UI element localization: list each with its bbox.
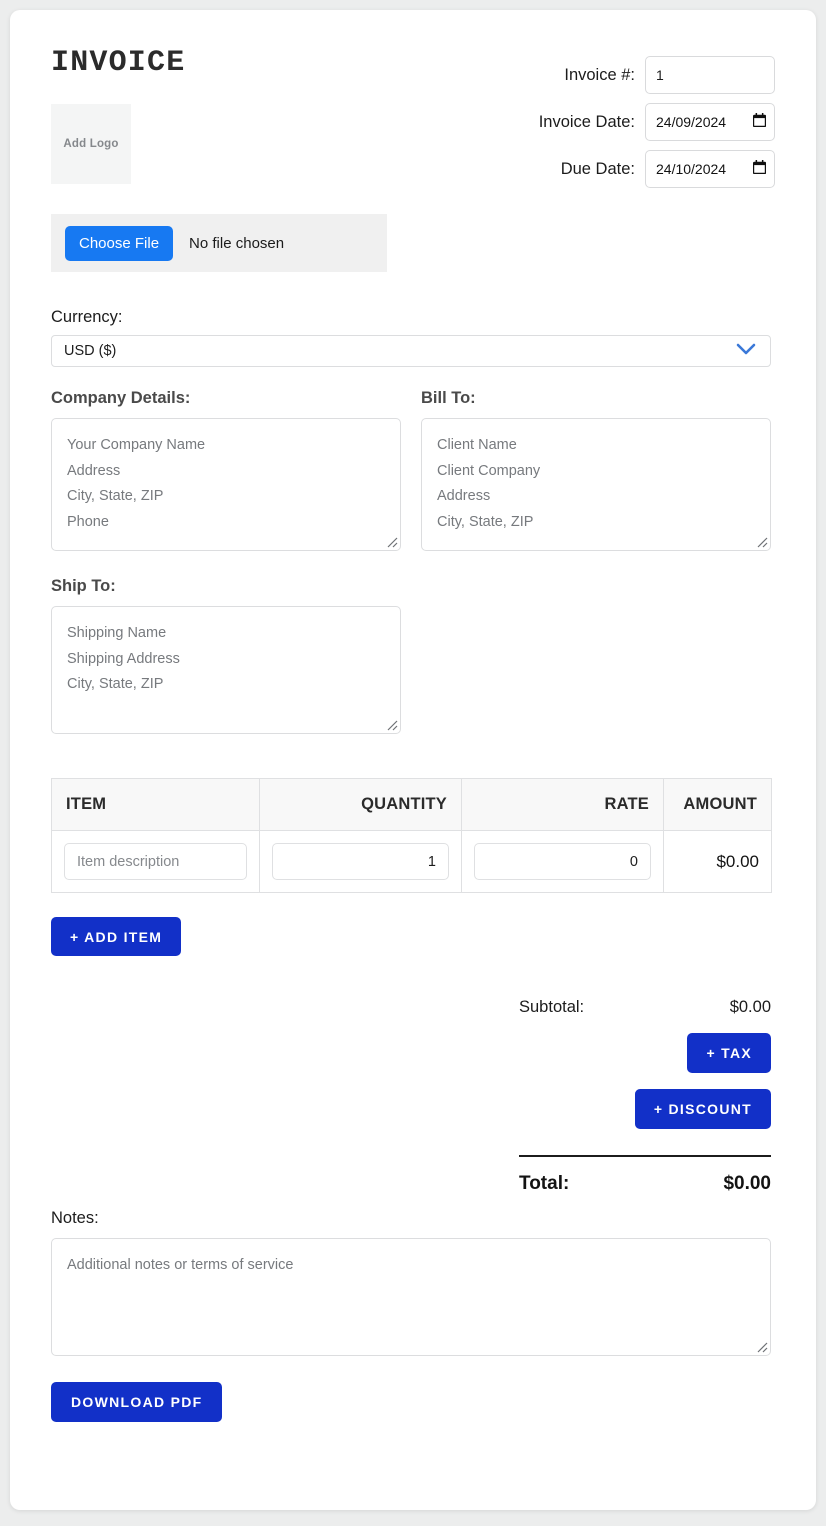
placeholder-line: Address [67, 459, 385, 485]
invoice-number-label: Invoice #: [564, 66, 635, 85]
company-details-textarea[interactable]: Your Company Name Address City, State, Z… [51, 418, 401, 551]
table-header-row: ITEM QUANTITY RATE AMOUNT [52, 779, 772, 831]
due-date-row: Due Date: 24/10/2024 [539, 150, 775, 188]
due-date-label: Due Date: [561, 160, 635, 179]
item-rate-cell [462, 831, 664, 893]
chevron-down-icon[interactable] [736, 342, 756, 360]
resize-handle-icon[interactable] [754, 1339, 768, 1353]
placeholder-line: Client Name [437, 433, 755, 459]
placeholder-line: Client Company [437, 459, 755, 485]
placeholder-line: Phone [67, 510, 385, 536]
calendar-icon[interactable] [753, 113, 766, 132]
resize-handle-icon[interactable] [754, 534, 768, 548]
currency-select[interactable]: USD ($) [51, 335, 771, 367]
invoice-date-input[interactable]: 24/09/2024 [645, 103, 775, 141]
column-header-item: ITEM [52, 779, 260, 831]
placeholder-line: City, State, ZIP [437, 510, 755, 536]
invoice-header: INVOICE Add Logo Invoice #: Invoice Date… [51, 48, 775, 188]
choose-file-button[interactable]: Choose File [65, 226, 173, 261]
grand-total-row: Total: $0.00 [519, 1173, 771, 1195]
resize-handle-icon[interactable] [384, 534, 398, 548]
placeholder-line: Your Company Name [67, 433, 385, 459]
totals-section: Subtotal: $0.00 + TAX + DISCOUNT Total: … [51, 998, 771, 1195]
page-title: INVOICE [51, 48, 411, 78]
add-item-button[interactable]: + ADD ITEM [51, 917, 181, 956]
item-rate-input[interactable] [474, 843, 651, 880]
calendar-icon[interactable] [753, 160, 766, 179]
notes-textarea[interactable]: Additional notes or terms of service [51, 1238, 771, 1356]
invoice-generator-page: INVOICE Add Logo Invoice #: Invoice Date… [0, 0, 826, 1526]
bill-to-textarea[interactable]: Client Name Client Company Address City,… [421, 418, 771, 551]
address-section: Company Details: Your Company Name Addre… [51, 389, 775, 551]
bill-to-label: Bill To: [421, 389, 771, 408]
item-quantity-input[interactable] [272, 843, 449, 880]
company-details-label: Company Details: [51, 389, 401, 408]
subtotal-row: Subtotal: $0.00 [519, 998, 771, 1017]
header-left-column: INVOICE Add Logo [51, 48, 411, 184]
invoice-date-label: Invoice Date: [539, 113, 635, 132]
currency-selected-value: USD ($) [64, 343, 116, 359]
add-tax-row: + TAX [519, 1033, 771, 1073]
page-below-fold-area [0, 1518, 826, 1526]
line-items-table: ITEM QUANTITY RATE AMOUNT [51, 778, 772, 893]
item-quantity-cell [260, 831, 462, 893]
notes-section: Notes: Additional notes or terms of serv… [51, 1209, 775, 1356]
ship-to-textarea[interactable]: Shipping Name Shipping Address City, Sta… [51, 606, 401, 734]
file-status-text: No file chosen [189, 235, 284, 252]
company-details-column: Company Details: Your Company Name Addre… [51, 389, 401, 551]
invoice-card: INVOICE Add Logo Invoice #: Invoice Date… [10, 10, 816, 1510]
table-row: $0.00 [52, 831, 772, 893]
column-header-rate: RATE [462, 779, 664, 831]
total-value: $0.00 [723, 1173, 771, 1195]
notes-placeholder: Additional notes or terms of service [67, 1253, 755, 1279]
invoice-number-row: Invoice #: [539, 56, 775, 94]
due-date-value: 24/10/2024 [656, 161, 726, 177]
resize-handle-icon[interactable] [384, 717, 398, 731]
invoice-meta-fields: Invoice #: Invoice Date: 24/09/2024 [539, 48, 775, 188]
column-header-amount: AMOUNT [664, 779, 772, 831]
item-description-input[interactable] [64, 843, 247, 880]
placeholder-line: Address [437, 484, 755, 510]
totals-divider [519, 1155, 771, 1157]
add-tax-button[interactable]: + TAX [687, 1033, 771, 1073]
item-amount-value: $0.00 [664, 831, 772, 893]
total-label: Total: [519, 1173, 569, 1195]
logo-placeholder[interactable]: Add Logo [51, 104, 131, 184]
placeholder-line: Shipping Address [67, 647, 385, 673]
column-header-quantity: QUANTITY [260, 779, 462, 831]
subtotal-label: Subtotal: [519, 998, 584, 1017]
download-pdf-button[interactable]: DOWNLOAD PDF [51, 1382, 222, 1422]
item-description-cell [52, 831, 260, 893]
due-date-input[interactable]: 24/10/2024 [645, 150, 775, 188]
placeholder-line: City, State, ZIP [67, 484, 385, 510]
subtotal-value: $0.00 [730, 998, 771, 1017]
ship-to-label: Ship To: [51, 577, 775, 596]
ship-to-section: Ship To: Shipping Name Shipping Address … [51, 577, 775, 734]
invoice-date-value: 24/09/2024 [656, 114, 726, 130]
invoice-number-input[interactable] [645, 56, 775, 94]
invoice-date-row: Invoice Date: 24/09/2024 [539, 103, 775, 141]
logo-file-input[interactable]: Choose File No file chosen [51, 214, 387, 272]
placeholder-line: City, State, ZIP [67, 672, 385, 698]
add-discount-row: + DISCOUNT [519, 1089, 771, 1129]
currency-label: Currency: [51, 308, 775, 327]
bill-to-column: Bill To: Client Name Client Company Addr… [421, 389, 771, 551]
placeholder-line: Shipping Name [67, 621, 385, 647]
add-discount-button[interactable]: + DISCOUNT [635, 1089, 771, 1129]
notes-label: Notes: [51, 1209, 775, 1228]
logo-placeholder-label: Add Logo [63, 138, 118, 150]
